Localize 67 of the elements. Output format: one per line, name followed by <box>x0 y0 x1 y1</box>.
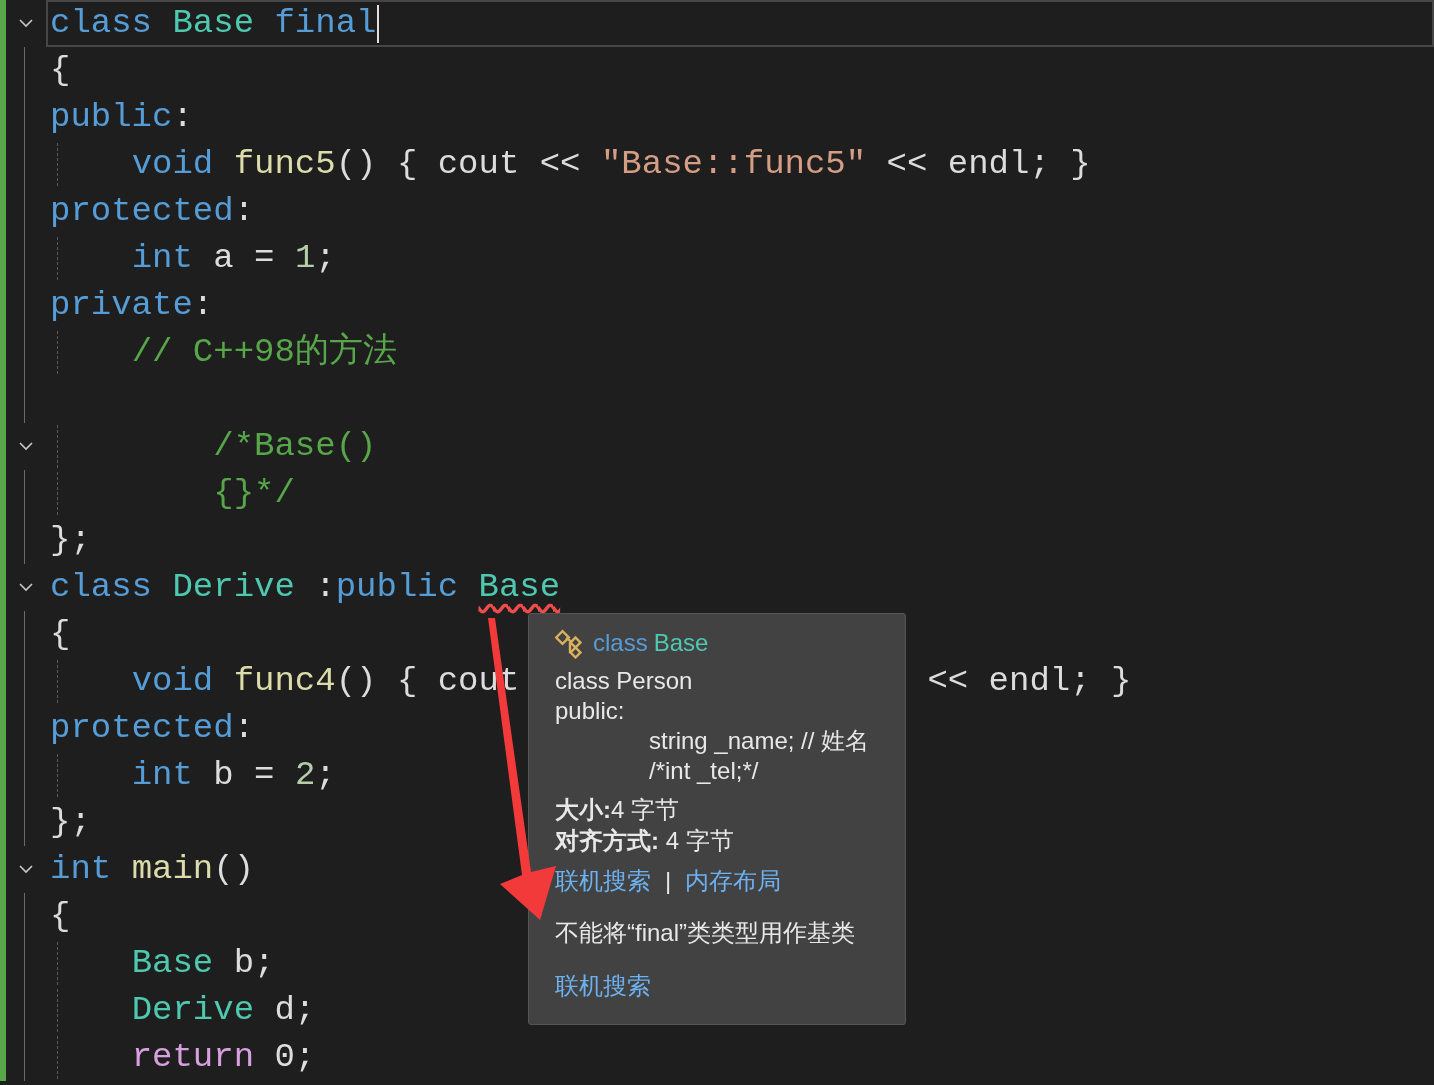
code-text: () { cout << <box>335 144 582 185</box>
number-literal: 1 <box>294 238 316 279</box>
string-literal: "Base::func5" <box>600 144 867 185</box>
declaration-line: string _name; // 姓名 <box>648 726 871 756</box>
type-name: Derive <box>131 990 255 1031</box>
fold-chevron-icon[interactable] <box>19 865 33 874</box>
code-text: : <box>315 567 336 608</box>
number-literal: 2 <box>294 755 316 796</box>
code-text: d; <box>274 990 316 1031</box>
type-name: Base <box>131 943 214 984</box>
code-comment: /*Base() <box>213 426 377 467</box>
function-name: func5 <box>233 144 336 185</box>
keyword-text: int <box>50 849 112 890</box>
keyword-text: private <box>50 285 193 326</box>
code-comment: // C++98的方法 <box>131 331 397 373</box>
code-comment: {}*/ <box>213 473 295 514</box>
text-cursor <box>376 4 379 43</box>
code-text: b; <box>233 943 275 984</box>
code-text: ; <box>315 238 336 279</box>
code-text: : <box>233 708 255 749</box>
code-text: a = <box>213 238 276 279</box>
type-name: Derive <box>172 567 295 608</box>
code-text: ; <box>315 755 336 796</box>
code-text: : <box>192 285 214 326</box>
function-name: func4 <box>233 661 336 702</box>
code-text: << endl; } <box>927 661 1132 702</box>
keyword-text: public <box>335 567 460 608</box>
declaration-line: public: <box>555 696 626 726</box>
keyword-text: return <box>131 1037 255 1078</box>
code-text: { <box>50 614 71 655</box>
fold-chevron-icon[interactable] <box>19 442 33 451</box>
code-text: }; <box>50 802 91 843</box>
type-name: Base <box>172 3 255 44</box>
keyword-text: public <box>50 97 173 138</box>
declaration-line: /*int _tel;*/ <box>648 756 760 786</box>
code-text: b = <box>213 755 276 796</box>
keyword-text: int <box>131 755 193 796</box>
keyword-text: protected <box>50 708 234 749</box>
size-info: 对齐方式: 4 字节 <box>555 826 735 856</box>
keyword-text: protected <box>50 191 234 232</box>
code-text: << endl; } <box>886 144 1091 185</box>
keyword-text: int <box>131 238 193 279</box>
error-message: 不能将“final”类类型用作基类 <box>555 918 856 948</box>
code-text: : <box>172 97 193 138</box>
search-online-link[interactable]: 联机搜索 <box>555 972 651 999</box>
code-text: }; <box>50 520 91 561</box>
symbol-name: Base <box>653 628 709 658</box>
keyword-text: final <box>274 3 377 44</box>
code-text: { <box>50 896 71 937</box>
link[interactable]: 联机搜索 <box>555 863 651 899</box>
declaration-line: class Person <box>555 666 694 696</box>
code-text: { <box>50 50 71 91</box>
symbol-keyword: class <box>593 628 648 658</box>
type-name: Base <box>478 567 561 608</box>
code-text: 0; <box>274 1037 316 1078</box>
link[interactable]: 内存布局 <box>685 863 782 899</box>
keyword-text: class <box>50 3 153 44</box>
keyword-text: void <box>131 144 214 185</box>
fold-chevron-icon[interactable] <box>19 19 33 28</box>
size-info: 大小:4 字节 <box>555 795 680 825</box>
code-text: : <box>233 191 255 232</box>
fold-chevron-icon[interactable] <box>19 583 33 592</box>
keyword-text: void <box>131 661 214 702</box>
keyword-text: class <box>50 567 153 608</box>
function-name: main <box>131 849 214 890</box>
code-text: () <box>213 849 255 890</box>
link-separator: | <box>665 866 672 896</box>
